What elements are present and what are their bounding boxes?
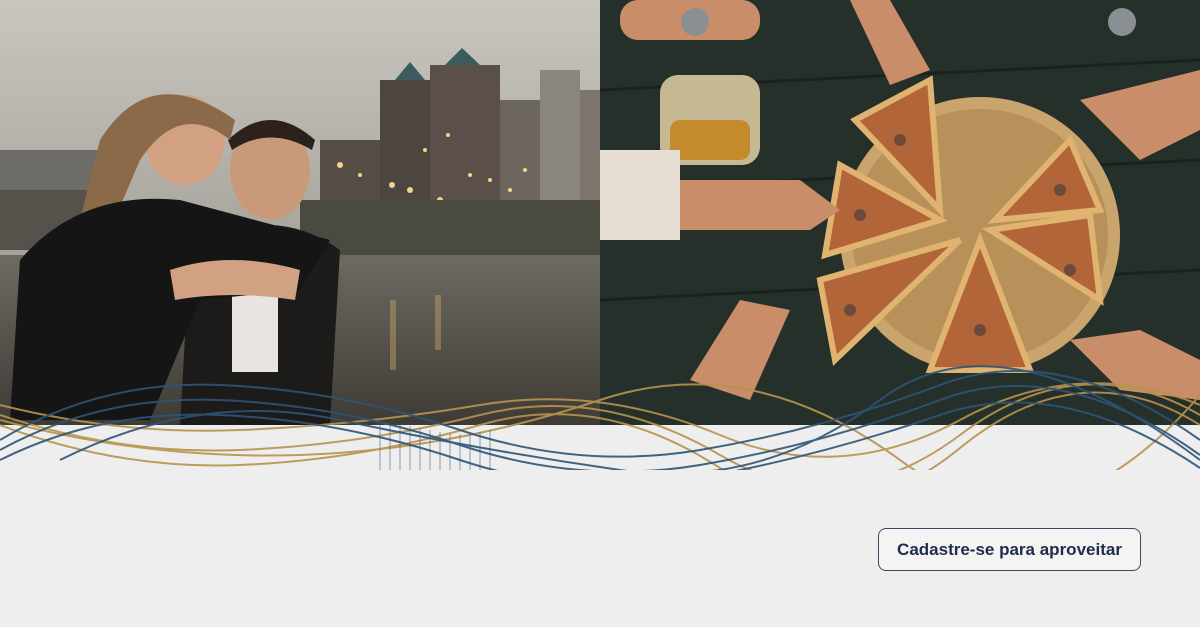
- signup-cta-button[interactable]: Cadastre-se para aproveitar: [878, 528, 1141, 571]
- blue-wave: [0, 365, 1200, 487]
